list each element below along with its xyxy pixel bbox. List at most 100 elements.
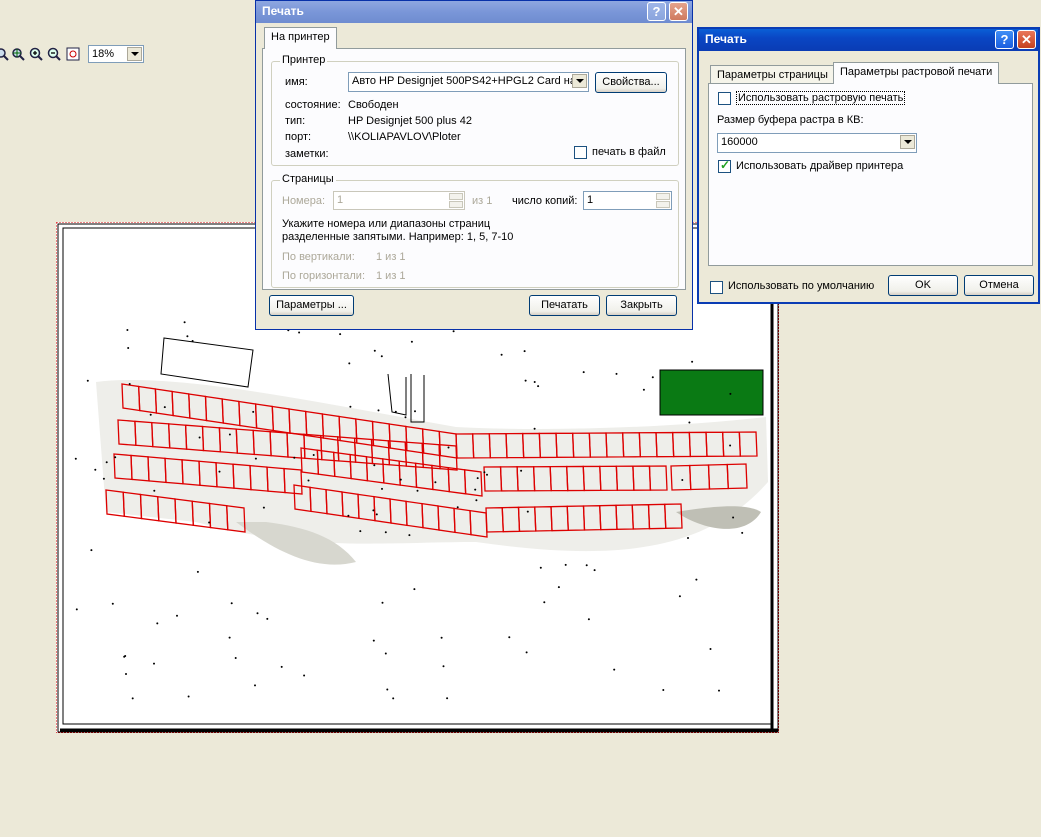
survey-point — [500, 353, 503, 356]
survey-point — [440, 636, 443, 639]
survey-point — [729, 444, 732, 447]
to-printer-panel: Принтер имя: Авто HP Designjet 500PS42+H… — [262, 48, 686, 290]
survey-point — [434, 481, 437, 484]
survey-point — [691, 360, 694, 363]
print-to-file-checkbox[interactable] — [574, 146, 587, 159]
pages-hint-line2: разделенные запятыми. Например: 1, 5, 7-… — [282, 231, 514, 243]
chevron-down-icon[interactable] — [127, 47, 142, 61]
survey-point — [149, 413, 152, 416]
survey-point — [399, 478, 402, 481]
use-driver-label: Использовать драйвер принтера — [736, 160, 904, 172]
help-icon[interactable]: ? — [647, 2, 666, 21]
use-raster-checkbox[interactable] — [718, 92, 731, 105]
page-numbers-input[interactable]: 1 — [333, 191, 465, 210]
survey-point — [687, 537, 689, 539]
survey-point — [474, 488, 477, 491]
survey-point — [524, 379, 527, 382]
survey-point — [585, 564, 588, 567]
survey-point — [678, 595, 681, 598]
pages-hint-line1: Укажите номера или диапазоны страниц — [282, 218, 491, 230]
print-dialog-titlebar: Печать ? ✕ — [256, 1, 692, 23]
buffer-size-select[interactable]: 160000 — [717, 133, 917, 153]
properties-button-label: Свойства... — [602, 76, 660, 88]
survey-point — [410, 340, 413, 343]
close-button-label: Закрыть — [620, 299, 663, 311]
survey-point — [303, 674, 306, 677]
survey-point — [651, 376, 654, 379]
survey-point — [404, 416, 407, 419]
survey-point — [373, 464, 376, 467]
zoom-fit-icon[interactable] — [65, 46, 81, 62]
printer-name-select[interactable]: Авто HP Designjet 500PS42+HPGL2 Card на — [348, 72, 589, 92]
chevron-down-icon[interactable] — [572, 74, 587, 88]
zoom-select[interactable]: 18% — [88, 45, 144, 63]
cancel-button-label: Отмена — [979, 279, 1019, 291]
tab-raster-params[interactable]: Параметры растровой печати — [833, 62, 1000, 84]
survey-point — [539, 566, 542, 569]
printer-group: Принтер имя: Авто HP Designjet 500PS42+H… — [271, 54, 679, 166]
survey-point — [394, 410, 397, 413]
tab-page-params[interactable]: Параметры страницы — [710, 65, 835, 85]
survey-point — [114, 456, 117, 459]
survey-point — [196, 570, 199, 573]
survey-point — [642, 388, 645, 391]
zoom-in-icon[interactable] — [28, 46, 44, 62]
port-label: порт: — [285, 131, 312, 143]
notes-label: заметки: — [285, 148, 329, 160]
survey-point — [228, 636, 231, 639]
copies-spinner[interactable] — [656, 193, 670, 208]
port-value: \\KOLIAPAVLOV\Ploter — [348, 131, 461, 143]
use-driver-checkbox[interactable] — [718, 158, 731, 173]
chevron-down-icon[interactable] — [900, 135, 915, 149]
survey-point — [508, 636, 511, 639]
buffer-size-value: 160000 — [721, 136, 758, 148]
survey-point — [153, 662, 155, 665]
survey-point — [228, 433, 231, 436]
cancel-button[interactable]: Отмена — [964, 275, 1034, 296]
survey-point — [486, 473, 488, 476]
horizontal-label: По горизонтали: — [282, 270, 365, 282]
printer-group-label: Принтер — [280, 54, 328, 66]
tab-raster-params-label: Параметры растровой печати — [840, 66, 993, 78]
close-icon[interactable]: ✕ — [669, 2, 688, 21]
type-value: HP Designjet 500 plus 42 — [348, 115, 472, 127]
survey-point — [381, 487, 383, 490]
survey-point — [208, 521, 211, 524]
zoom-pan-icon[interactable] — [10, 46, 26, 62]
survey-point — [234, 657, 237, 659]
page-numbers-spinner[interactable] — [449, 193, 463, 208]
survey-point — [230, 602, 233, 605]
close-button[interactable]: Закрыть — [606, 295, 677, 316]
survey-point — [380, 355, 383, 358]
print-dialog-title: Печать — [262, 4, 304, 18]
tab-to-printer[interactable]: На принтер — [264, 27, 337, 49]
parameters-button[interactable]: Параметры ... — [269, 295, 354, 316]
survey-point — [105, 461, 108, 464]
survey-point — [252, 410, 255, 413]
ok-button[interactable]: OK — [888, 275, 958, 296]
print-button-label: Печатать — [541, 299, 588, 311]
survey-point — [526, 510, 529, 513]
help-icon[interactable]: ? — [995, 30, 1014, 49]
survey-point — [377, 409, 380, 412]
survey-point — [75, 608, 78, 611]
zoom-region-icon[interactable] — [0, 46, 10, 62]
print-button[interactable]: Печатать — [529, 295, 600, 316]
zoom-out-icon[interactable] — [46, 46, 62, 62]
survey-point — [475, 499, 478, 502]
close-icon[interactable]: ✕ — [1017, 30, 1036, 49]
properties-button[interactable]: Свойства... — [595, 72, 667, 93]
raster-params-panel: Использовать растровую печать Размер буф… — [708, 83, 1033, 266]
survey-point — [86, 379, 89, 382]
survey-point — [384, 531, 387, 534]
survey-point — [339, 333, 342, 336]
copies-input[interactable]: 1 — [583, 191, 672, 210]
survey-point — [452, 330, 455, 333]
survey-point — [523, 350, 526, 353]
survey-point — [254, 684, 256, 687]
tab-page-params-label: Параметры страницы — [717, 69, 828, 81]
buffer-size-label: Размер буфера растра в КВ: — [717, 114, 864, 126]
use-default-checkbox[interactable] — [710, 281, 723, 294]
survey-point — [280, 665, 283, 668]
survey-point — [533, 427, 536, 430]
